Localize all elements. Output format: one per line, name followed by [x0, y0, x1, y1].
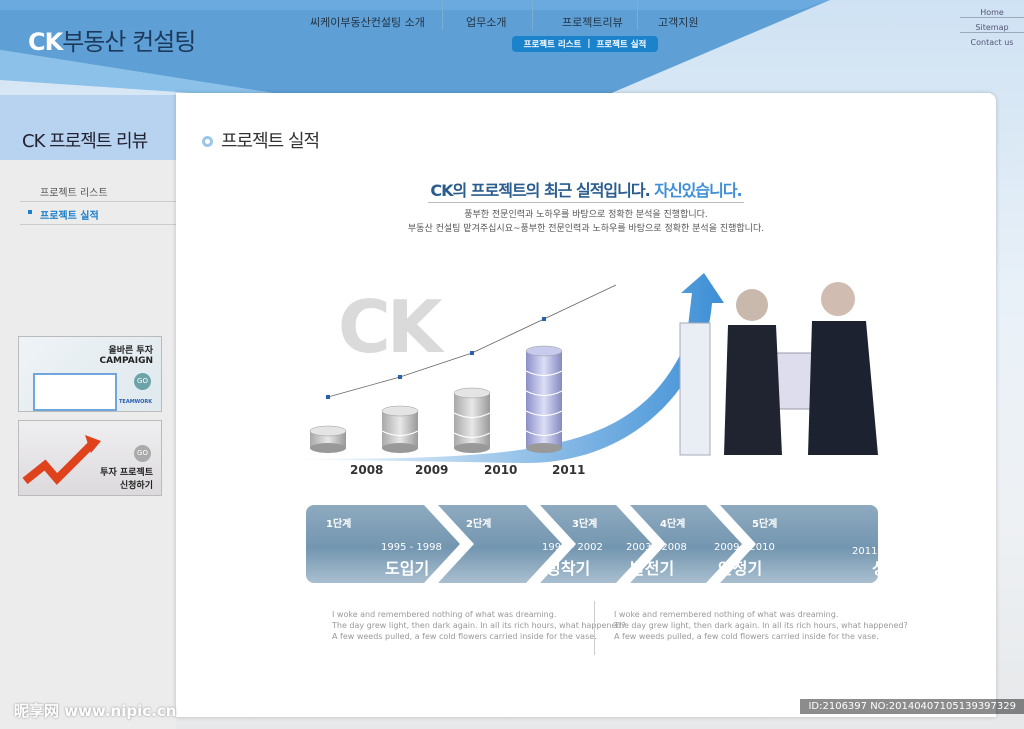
contact-link[interactable]: Contact us: [960, 38, 1024, 47]
bullet-icon: [28, 210, 32, 214]
sidebar-item-label: 프로젝트 실적: [40, 211, 99, 222]
stage-number: 5단계: [752, 519, 778, 530]
nav-divider: [442, 0, 443, 30]
stage-name: 안정기: [718, 559, 763, 578]
subnav-project-results[interactable]: 프로젝트 실적: [596, 38, 646, 50]
trend-point: [470, 351, 474, 355]
stage-name: 도입기: [385, 559, 430, 578]
cylinder-2009: [381, 375, 419, 453]
trend-point: [398, 375, 402, 379]
nav-item-services[interactable]: 업무소개: [466, 14, 506, 30]
stage-period: 1995 - 1998: [381, 542, 442, 553]
banner-text: 신청하기: [119, 481, 153, 491]
banner-text: 올바른 투자: [108, 346, 153, 356]
logo-name: 부동산 컨설팅: [62, 28, 196, 56]
sidebar-item-project-list[interactable]: 프로젝트 리스트: [20, 178, 176, 202]
subnav-separator: |: [587, 39, 591, 49]
subnav-project-list[interactable]: 프로젝트 리스트: [524, 38, 582, 50]
cylinder-2008: [309, 395, 347, 453]
browser-illustration: [33, 373, 117, 411]
campaign-banner[interactable]: 올바른 투자 CAMPAIGN GO TEAMWORK: [18, 336, 162, 412]
year-label: 2010: [484, 463, 518, 477]
stage-period: 2003 - 2008: [626, 542, 687, 553]
trend-point: [542, 317, 546, 321]
nav-item-intro[interactable]: 씨케이부동산컨설팅 소개: [310, 14, 425, 30]
content-panel: 프로젝트 실적 CK의 프로젝트의 최근 실적입니다. 자신있습니다. 풍부한 …: [176, 93, 996, 717]
banner-text: 투자 프로젝트: [100, 468, 153, 478]
footer-text-left: I woke and remembered nothing of what wa…: [332, 610, 626, 641]
banner-tag: TEAMWORK: [119, 399, 153, 405]
stage-name: 성장기: [872, 559, 917, 578]
subnav: 프로젝트 리스트 | 프로젝트 실적: [512, 36, 658, 52]
year-label: 2008: [350, 463, 384, 477]
stage-number: 4단계: [660, 519, 686, 530]
year-labels: 2008 2009 2010 2011: [336, 463, 596, 479]
trend-point: [326, 395, 330, 399]
stage-name: 발전기: [630, 559, 675, 578]
stage-period: 1999 - 2002: [542, 542, 603, 553]
page-title-text: 프로젝트 실적: [221, 131, 320, 152]
stage-name: 정착기: [546, 559, 591, 578]
footer-text-right: I woke and remembered nothing of what wa…: [614, 610, 908, 641]
page-title: 프로젝트 실적: [202, 127, 320, 153]
banner-text: CAMPAIGN: [99, 356, 153, 366]
growth-arrow-icon: [22, 435, 101, 485]
circle-bullet-icon: [202, 136, 213, 147]
year-label: 2009: [415, 463, 449, 477]
stage-number: 3단계: [572, 519, 598, 530]
nav-divider: [532, 0, 533, 30]
logo-ck: CK: [28, 28, 63, 56]
year-label: 2011: [552, 463, 586, 477]
logo[interactable]: CK부동산 컨설팅: [28, 22, 196, 57]
sidebar-title: CK 프로젝트 리뷰: [0, 95, 176, 160]
sitemap-link[interactable]: Sitemap: [960, 23, 1024, 33]
divider: [594, 601, 595, 655]
watermark-logo: 昵享网 www.nipic.cn: [14, 702, 177, 720]
stage-period: 2009 - 2010: [714, 542, 775, 553]
watermark-id: ID:2106397 NO:20140407105139397329: [800, 699, 1024, 714]
trend-line: [327, 284, 617, 398]
nav-divider: [637, 0, 638, 30]
cylinder-2011: [525, 317, 563, 453]
description: 풍부한 전문인력과 노하우를 바탕으로 정확한 분석을 진행합니다.: [464, 210, 708, 220]
arrow-graphic: [286, 273, 724, 463]
headline: CK의 프로젝트의 최근 실적입니다. 자신있습니다.: [176, 177, 996, 203]
apply-banner[interactable]: GO 투자 프로젝트신청하기: [18, 420, 162, 496]
description: 부동산 컨설팅 맡겨주십시요~풍부한 전문인력과 노하우를 바탕으로 정확한 분…: [407, 224, 765, 234]
nav-item-support[interactable]: 고객지원: [658, 14, 698, 30]
nav-item-project-review[interactable]: 프로젝트리뷰: [562, 14, 623, 30]
headline-main: CK의 프로젝트의 최근 실적입니다. 자신있습니다.: [428, 181, 744, 203]
go-button[interactable]: GO: [134, 445, 151, 462]
home-link[interactable]: Home: [960, 8, 1024, 18]
stage-number: 2단계: [466, 519, 492, 530]
growth-illustration: [286, 273, 878, 463]
stage-number: 1단계: [326, 519, 352, 530]
go-button[interactable]: GO: [134, 373, 151, 390]
sidebar-item-project-results[interactable]: 프로젝트 실적: [20, 201, 176, 225]
cylinder-2010: [453, 351, 491, 453]
